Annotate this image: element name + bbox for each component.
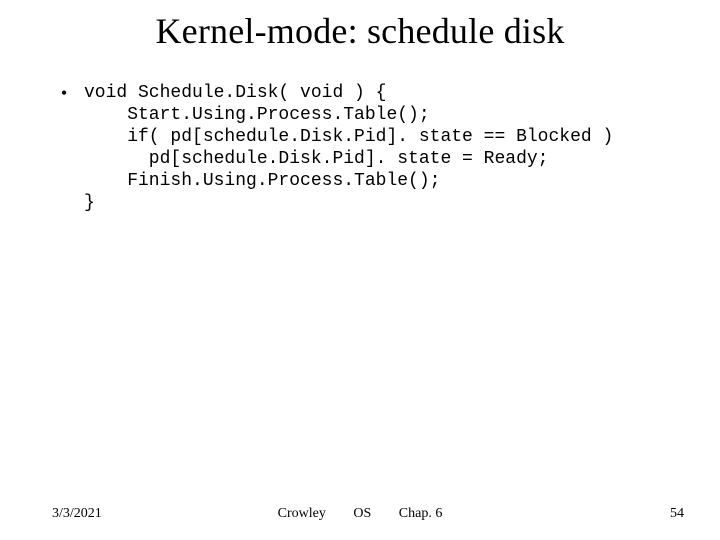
footer-course: OS bbox=[353, 506, 371, 522]
slide-title: Kernel-mode: schedule disk bbox=[0, 10, 720, 52]
slide: Kernel-mode: schedule disk • void Schedu… bbox=[0, 0, 720, 540]
bullet-item: • void Schedule.Disk( void ) { Start.Usi… bbox=[58, 82, 680, 214]
footer-author: Crowley bbox=[278, 506, 326, 522]
footer-center: Crowley OS Chap. 6 bbox=[0, 506, 720, 522]
code-block: void Schedule.Disk( void ) { Start.Using… bbox=[84, 82, 613, 214]
slide-body: • void Schedule.Disk( void ) { Start.Usi… bbox=[58, 82, 680, 214]
footer-page-number: 54 bbox=[670, 506, 684, 522]
bullet-marker-icon: • bbox=[58, 82, 70, 104]
footer-chapter: Chap. 6 bbox=[399, 506, 443, 522]
